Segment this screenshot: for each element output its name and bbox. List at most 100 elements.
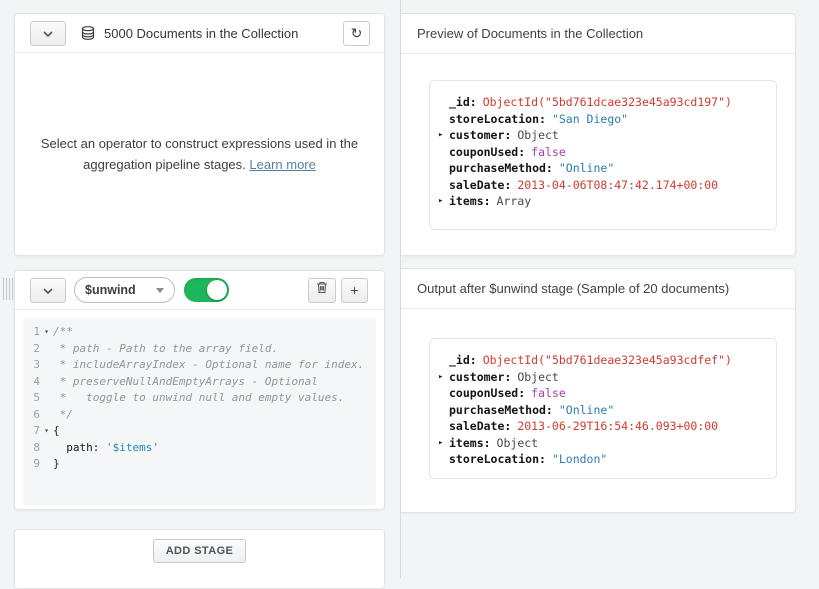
field-name: customer: [449, 369, 511, 386]
field-name: couponUsed: [449, 385, 525, 402]
field-value: ObjectId("5bd761deae323e45a93cdfef") [483, 352, 732, 369]
field-name: _id: [449, 94, 477, 111]
expand-caret-icon[interactable]: ▸ [438, 193, 449, 210]
line-number: 8 [23, 440, 40, 457]
line-number: 3 [23, 357, 40, 374]
line-number: 2 [23, 341, 40, 358]
toggle-knob [207, 280, 227, 300]
expand-caret-icon[interactable]: ▸ [438, 435, 449, 452]
fold-icon[interactable]: ▾ [40, 324, 53, 341]
line-number: 5 [23, 390, 40, 407]
field-name: _id: [449, 352, 477, 369]
document-field-row: couponUsed:false [438, 385, 768, 402]
document-field-row: couponUsed:false [438, 144, 768, 161]
line-number: 7 [23, 423, 40, 440]
field-value: Object [517, 127, 559, 144]
empty-state-text: Select an operator to construct expressi… [30, 133, 370, 175]
stage-drag-handle[interactable] [3, 278, 13, 300]
stage-header: $unwind + [15, 271, 384, 310]
document-field-row: purchaseMethod: "Online" [438, 160, 768, 177]
database-icon [81, 26, 95, 40]
fold-icon [40, 390, 53, 407]
field-name: saleDate: [449, 177, 511, 194]
field-name: customer: [449, 127, 511, 144]
learn-more-link[interactable]: Learn more [249, 157, 315, 172]
expand-caret-icon [438, 418, 449, 435]
document-field-row: purchaseMethod: "Online" [438, 402, 768, 419]
field-value: "London" [552, 451, 607, 468]
field-value: "Online" [559, 160, 614, 177]
fold-icon [40, 440, 53, 457]
document-field-row: ▸customer: Object [438, 369, 768, 386]
document-field-row: storeLocation: "San Diego" [438, 111, 768, 128]
refresh-icon: ↻ [351, 25, 363, 42]
stage-collapse-button[interactable] [30, 278, 66, 303]
expand-caret-icon [438, 111, 449, 128]
expand-caret-icon[interactable]: ▸ [438, 127, 449, 144]
field-name: couponUsed: [449, 144, 525, 161]
refresh-button[interactable]: ↻ [343, 21, 370, 46]
code-line: 3 * includeArrayIndex - Optional name fo… [23, 357, 376, 374]
field-name: storeLocation: [449, 451, 546, 468]
preview-document-card: _id: ObjectId("5bd761dcae323e45a93cd197")… [429, 80, 777, 230]
document-field-row: _id: ObjectId("5bd761dcae323e45a93cd197") [438, 94, 768, 111]
stage-operator-select[interactable]: $unwind [74, 277, 175, 303]
code-line: 5 * toggle to unwind null and empty valu… [23, 390, 376, 407]
code-line: 4 * preserveNullAndEmptyArrays - Optiona… [23, 374, 376, 391]
document-field-row: storeLocation: "London" [438, 451, 768, 468]
code-line: 8 path: '$items' [23, 440, 376, 457]
unwind-stage-card: $unwind + 1▾/** 2 * path - Path to the a… [14, 270, 385, 510]
line-number: 4 [23, 374, 40, 391]
document-field-row: ▸items: Object [438, 435, 768, 452]
plus-icon: + [350, 282, 358, 298]
expand-caret-icon[interactable]: ▸ [438, 369, 449, 386]
document-field-row: ▸customer: Object [438, 127, 768, 144]
delete-stage-button[interactable] [308, 278, 336, 303]
collection-count-label: 5000 Documents in the Collection [104, 26, 298, 41]
expand-caret-icon [438, 160, 449, 177]
chevron-down-icon [156, 288, 164, 293]
add-stage-button[interactable]: ADD STAGE [153, 539, 247, 563]
field-value: "San Diego" [552, 111, 628, 128]
field-name: items: [449, 193, 491, 210]
expand-caret-icon [438, 94, 449, 111]
field-name: storeLocation: [449, 111, 546, 128]
collapse-button[interactable] [30, 21, 66, 46]
chevron-down-icon [43, 24, 53, 42]
operator-empty-state: Select an operator to construct expressi… [15, 53, 384, 254]
stage-enabled-toggle[interactable] [184, 278, 229, 302]
field-name: items: [449, 435, 491, 452]
output-section: Output after $unwind stage (Sample of 20… [401, 268, 796, 513]
expand-caret-icon [438, 352, 449, 369]
field-name: purchaseMethod: [449, 160, 553, 177]
field-value: ObjectId("5bd761dcae323e45a93cd197") [483, 94, 732, 111]
document-field-row: ▸items:Array [438, 193, 768, 210]
collection-bar: 5000 Documents in the Collection ↻ [15, 14, 384, 53]
preview-section-header: Preview of Documents in the Collection [401, 14, 795, 54]
fold-icon [40, 407, 53, 424]
expand-caret-icon [438, 451, 449, 468]
trash-icon [316, 281, 328, 299]
stage-code-editor[interactable]: 1▾/** 2 * path - Path to the array field… [23, 318, 376, 505]
line-number: 1 [23, 324, 40, 341]
preview-section: Preview of Documents in the Collection _… [401, 13, 796, 256]
field-value: 2013-06-29T16:54:46.093+00:00 [517, 418, 718, 435]
field-value: Object [497, 435, 539, 452]
field-name: purchaseMethod: [449, 402, 553, 419]
fold-icon [40, 456, 53, 473]
code-line: 6 */ [23, 407, 376, 424]
expand-caret-icon [438, 177, 449, 194]
fold-icon [40, 374, 53, 391]
line-number: 9 [23, 456, 40, 473]
fold-icon [40, 341, 53, 358]
add-stage-after-button[interactable]: + [341, 278, 368, 303]
add-stage-card: ADD STAGE [14, 529, 385, 589]
document-field-row: _id: ObjectId("5bd761deae323e45a93cdfef") [438, 352, 768, 369]
fold-icon [40, 357, 53, 374]
field-value: "Online" [559, 402, 614, 419]
fold-icon[interactable]: ▾ [40, 423, 53, 440]
field-value: Object [517, 369, 559, 386]
code-line: 9} [23, 456, 376, 473]
expand-caret-icon [438, 385, 449, 402]
chevron-down-icon [43, 281, 53, 299]
